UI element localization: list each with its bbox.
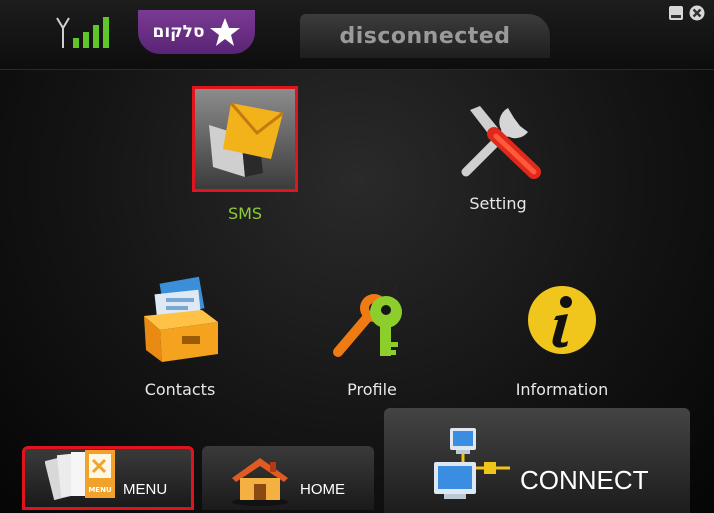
sms-selection-frame (192, 86, 298, 192)
keys-icon (333, 276, 402, 357)
home-button[interactable]: HOME (202, 446, 374, 510)
menu-button-label: MENU (123, 480, 168, 498)
sms-icon (209, 102, 284, 177)
connection-status-text: disconnected (339, 23, 511, 49)
connection-status: disconnected (300, 14, 550, 58)
home-icon (232, 458, 288, 506)
brand-logo-text: סלקום (152, 22, 205, 42)
tile-contacts-label: Contacts (144, 380, 216, 399)
info-icon (528, 286, 596, 354)
tile-information-label: Information (515, 380, 609, 399)
information-icon-wrap (512, 270, 612, 370)
tile-sms[interactable]: SMS (192, 86, 298, 223)
setting-icon-wrap (448, 90, 548, 190)
app-window: סלקום disconnected SMS Setting Contacts … (0, 0, 714, 513)
menu-cards-icon: MENU (45, 450, 115, 501)
tile-profile[interactable]: Profile (322, 270, 422, 399)
tile-contacts[interactable]: Contacts (130, 270, 230, 399)
home-button-label: HOME (300, 480, 345, 498)
tile-profile-label: Profile (347, 380, 397, 399)
star-icon (209, 18, 240, 46)
menu-card-tag: MENU (88, 486, 112, 494)
profile-icon-wrap (322, 270, 422, 370)
connect-button-label: CONNECT (520, 465, 649, 495)
brand-logo: סלקום (138, 10, 255, 54)
tile-setting[interactable]: Setting (448, 90, 548, 213)
menu-button[interactable]: MENU MENU (22, 446, 194, 510)
close-icon[interactable] (689, 5, 705, 21)
network-icon (434, 427, 510, 499)
tools-icon (461, 106, 541, 179)
connect-button[interactable]: CONNECT (384, 408, 690, 513)
tile-sms-label: SMS (227, 204, 263, 223)
contacts-icon (144, 276, 218, 362)
tile-information[interactable]: Information (512, 270, 612, 399)
contacts-icon-wrap (130, 270, 230, 370)
minimize-icon[interactable] (668, 5, 684, 21)
tile-setting-label: Setting (469, 194, 527, 213)
top-bar: סלקום disconnected (0, 0, 714, 70)
signal-strength-icon (56, 17, 109, 48)
